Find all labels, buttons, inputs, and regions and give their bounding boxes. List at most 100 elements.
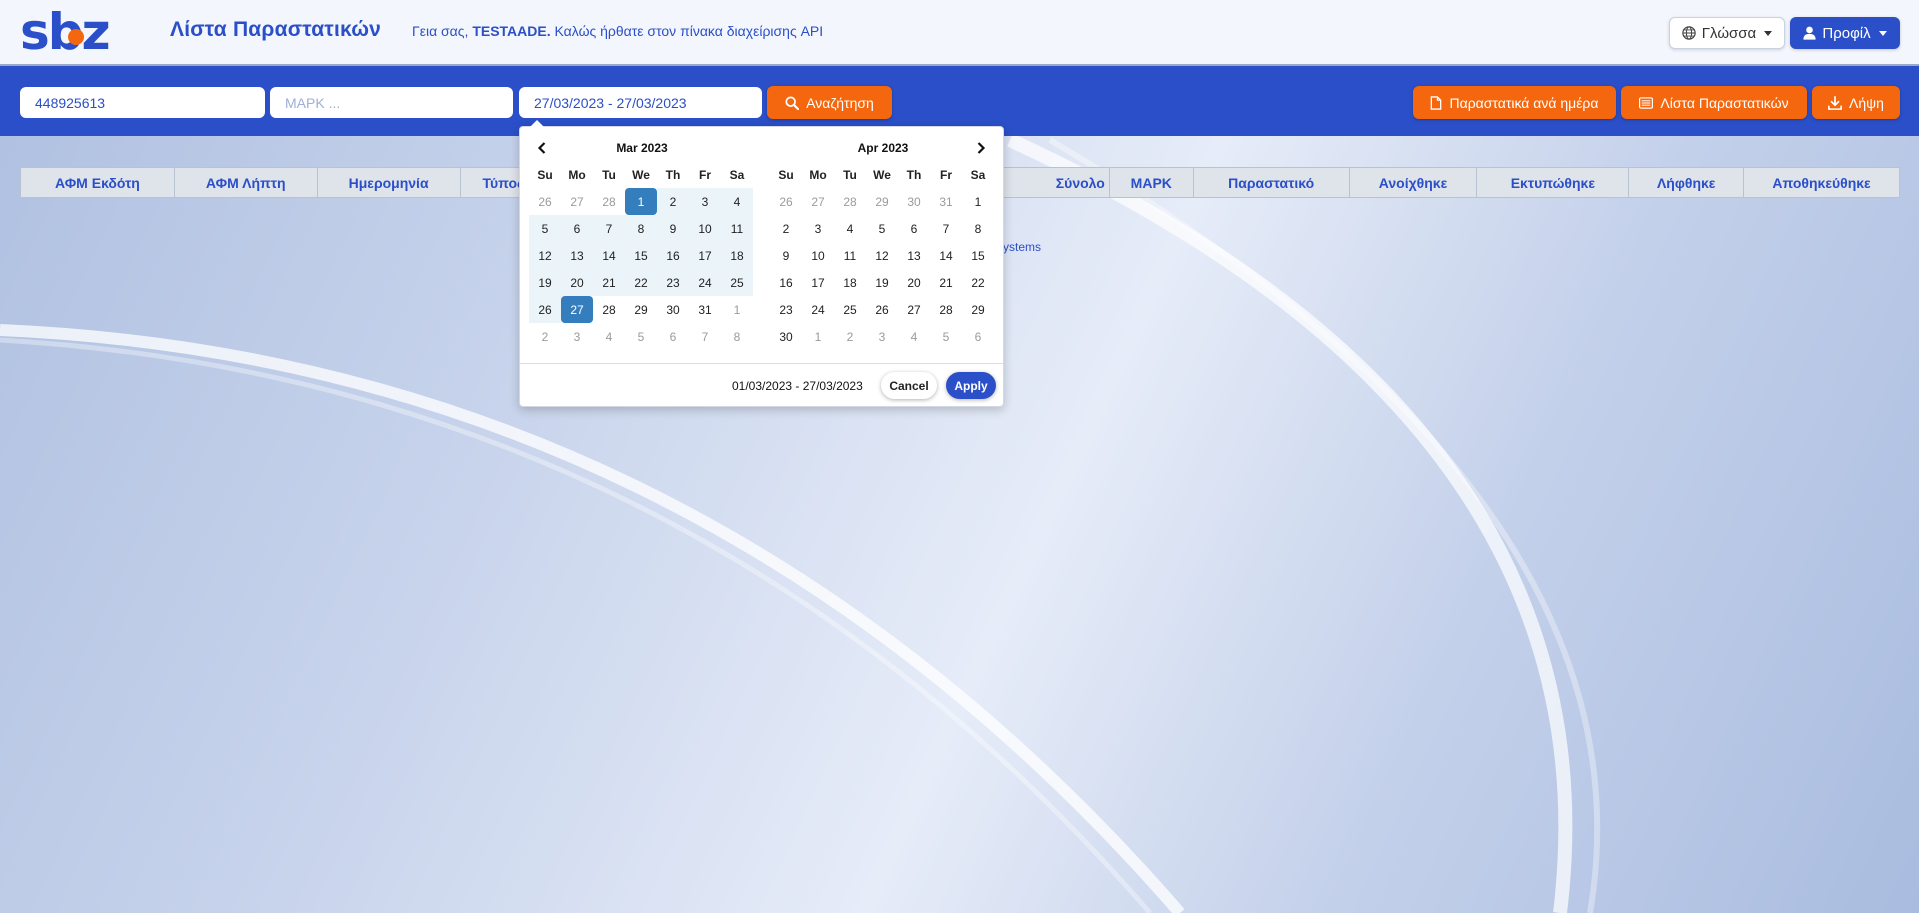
calendar-day[interactable]: 18 — [834, 269, 866, 296]
calendar-day[interactable]: 2 — [834, 323, 866, 350]
column-document[interactable]: Παραστατικό — [1194, 168, 1350, 197]
calendar-day[interactable]: 4 — [834, 215, 866, 242]
calendar-day[interactable]: 30 — [657, 296, 689, 323]
calendar-day[interactable]: 31 — [930, 188, 962, 215]
calendar-day[interactable]: 27 — [561, 188, 593, 215]
prev-month-button[interactable] — [533, 139, 551, 157]
calendar-day[interactable]: 30 — [770, 323, 802, 350]
calendar-day[interactable]: 22 — [625, 269, 657, 296]
calendar-day[interactable]: 26 — [866, 296, 898, 323]
calendar-day[interactable]: 13 — [898, 242, 930, 269]
calendar-day[interactable]: 1 — [962, 188, 994, 215]
calendar-day[interactable]: 18 — [721, 242, 753, 269]
next-month-button[interactable] — [972, 139, 990, 157]
calendar-day[interactable]: 30 — [898, 188, 930, 215]
calendar-day[interactable]: 26 — [529, 296, 561, 323]
calendar-day[interactable]: 5 — [625, 323, 657, 350]
calendar-day[interactable]: 11 — [721, 215, 753, 242]
calendar-day[interactable]: 3 — [689, 188, 721, 215]
calendar-day[interactable]: 12 — [866, 242, 898, 269]
column-opened[interactable]: Ανοίχθηκε — [1350, 168, 1478, 197]
calendar-day[interactable]: 16 — [657, 242, 689, 269]
calendar-day[interactable]: 27 — [898, 296, 930, 323]
calendar-day[interactable]: 7 — [593, 215, 625, 242]
calendar-day[interactable]: 29 — [962, 296, 994, 323]
calendar-day[interactable]: 17 — [802, 269, 834, 296]
calendar-day[interactable]: 14 — [593, 242, 625, 269]
calendar-day[interactable]: 20 — [898, 269, 930, 296]
calendar-day[interactable]: 9 — [657, 215, 689, 242]
calendar-day[interactable]: 4 — [721, 188, 753, 215]
calendar-day[interactable]: 10 — [802, 242, 834, 269]
calendar-day[interactable]: 29 — [866, 188, 898, 215]
column-mark[interactable]: ΜΑΡΚ — [1110, 168, 1194, 197]
calendar-day[interactable]: 14 — [930, 242, 962, 269]
calendar-day[interactable]: 4 — [593, 323, 625, 350]
calendar-day[interactable]: 1 — [802, 323, 834, 350]
calendar-day[interactable]: 6 — [657, 323, 689, 350]
mark-input[interactable] — [270, 87, 513, 118]
calendar-day[interactable]: 9 — [770, 242, 802, 269]
calendar-day[interactable]: 23 — [657, 269, 689, 296]
calendar-day[interactable]: 23 — [770, 296, 802, 323]
calendar-day[interactable]: 12 — [529, 242, 561, 269]
language-button[interactable]: Γλώσσα — [1669, 17, 1785, 49]
column-saved[interactable]: Αποθηκεύθηκε — [1744, 168, 1899, 197]
calendar-day[interactable]: 5 — [930, 323, 962, 350]
cancel-button[interactable]: Cancel — [881, 372, 937, 399]
apply-button[interactable]: Apply — [946, 372, 996, 399]
calendar-day[interactable]: 19 — [529, 269, 561, 296]
column-issuer-vat[interactable]: ΑΦΜ Εκδότη — [21, 168, 175, 197]
calendar-day[interactable]: 15 — [625, 242, 657, 269]
calendar-day[interactable]: 7 — [689, 323, 721, 350]
calendar-day[interactable]: 2 — [770, 215, 802, 242]
calendar-day[interactable]: 24 — [689, 269, 721, 296]
calendar-day[interactable]: 6 — [962, 323, 994, 350]
calendar-day[interactable]: 7 — [930, 215, 962, 242]
calendar-day[interactable]: 3 — [802, 215, 834, 242]
calendar-day[interactable]: 27 — [802, 188, 834, 215]
profile-button[interactable]: Προφίλ — [1790, 17, 1900, 49]
calendar-day[interactable]: 1 — [721, 296, 753, 323]
calendar-day[interactable]: 8 — [625, 215, 657, 242]
calendar-day[interactable]: 21 — [930, 269, 962, 296]
calendar-day[interactable]: 11 — [834, 242, 866, 269]
calendar-day[interactable]: 5 — [529, 215, 561, 242]
calendar-day[interactable]: 10 — [689, 215, 721, 242]
calendar-day[interactable]: 5 — [866, 215, 898, 242]
date-range-input[interactable] — [519, 87, 762, 118]
calendar-day[interactable]: 13 — [561, 242, 593, 269]
calendar-day[interactable]: 3 — [561, 323, 593, 350]
calendar-day[interactable]: 3 — [866, 323, 898, 350]
calendar-day-range-start[interactable]: 1 — [625, 188, 657, 215]
calendar-day-range-end[interactable]: 27 — [561, 296, 593, 323]
download-button[interactable]: Λήψη — [1812, 86, 1900, 119]
calendar-day[interactable]: 28 — [593, 296, 625, 323]
calendar-day[interactable]: 31 — [689, 296, 721, 323]
column-recipient-vat[interactable]: ΑΦΜ Λήπτη — [175, 168, 318, 197]
calendar-day[interactable]: 2 — [657, 188, 689, 215]
calendar-day[interactable]: 28 — [593, 188, 625, 215]
calendar-day[interactable]: 8 — [721, 323, 753, 350]
per-day-button[interactable]: Παραστατικά ανά ημέρα — [1413, 86, 1616, 119]
column-printed[interactable]: Εκτυπώθηκε — [1477, 168, 1630, 197]
calendar-day[interactable]: 28 — [930, 296, 962, 323]
calendar-day[interactable]: 26 — [770, 188, 802, 215]
calendar-day[interactable]: 28 — [834, 188, 866, 215]
calendar-day[interactable]: 15 — [962, 242, 994, 269]
calendar-day[interactable]: 25 — [834, 296, 866, 323]
calendar-day[interactable]: 2 — [529, 323, 561, 350]
calendar-day[interactable]: 25 — [721, 269, 753, 296]
calendar-day[interactable]: 24 — [802, 296, 834, 323]
column-downloaded[interactable]: Λήφθηκε — [1629, 168, 1745, 197]
calendar-day[interactable]: 4 — [898, 323, 930, 350]
search-button[interactable]: Αναζήτηση — [767, 86, 892, 119]
calendar-day[interactable]: 22 — [962, 269, 994, 296]
column-date[interactable]: Ημερομηνία — [318, 168, 461, 197]
calendar-day[interactable]: 26 — [529, 188, 561, 215]
calendar-day[interactable]: 6 — [898, 215, 930, 242]
calendar-day[interactable]: 21 — [593, 269, 625, 296]
calendar-day[interactable]: 6 — [561, 215, 593, 242]
vat-input[interactable] — [20, 87, 265, 118]
list-button[interactable]: Λίστα Παραστατικών — [1621, 86, 1807, 119]
